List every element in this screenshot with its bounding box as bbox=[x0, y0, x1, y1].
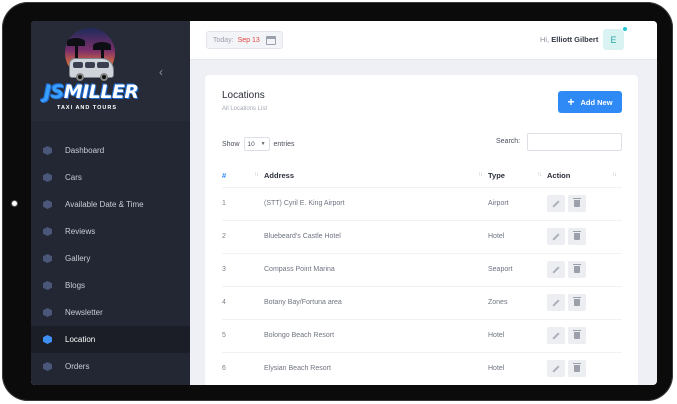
sidebar-item-reviews[interactable]: Reviews bbox=[31, 218, 190, 245]
sidebar-item-blogs[interactable]: Blogs bbox=[31, 272, 190, 299]
edit-button[interactable] bbox=[547, 360, 565, 378]
pencil-icon bbox=[552, 199, 560, 208]
sidebar-item-location[interactable]: Location bbox=[31, 326, 190, 353]
online-status-dot bbox=[622, 26, 628, 32]
page-subtitle: All Locations List bbox=[222, 106, 268, 112]
pencil-icon bbox=[552, 331, 560, 340]
sort-icon: ↑↓ bbox=[537, 172, 542, 178]
table-row: 3 Compass Point Marina Seaport bbox=[222, 252, 622, 286]
cube-icon bbox=[43, 335, 52, 344]
column-header-type[interactable]: Type ↑↓ bbox=[488, 165, 547, 187]
pencil-icon bbox=[552, 365, 560, 373]
sidebar-item-available-date-time[interactable]: Available Date & Time bbox=[31, 191, 190, 218]
trash-icon bbox=[573, 264, 581, 273]
plus-icon: + bbox=[567, 95, 575, 109]
sidebar-nav: Dashboard Cars Available Date & Time Rev… bbox=[31, 137, 190, 380]
search-input[interactable] bbox=[527, 133, 622, 151]
add-new-button[interactable]: + Add New bbox=[558, 91, 622, 113]
sidebar-item-orders[interactable]: Orders bbox=[31, 353, 190, 380]
trash-icon bbox=[573, 297, 581, 306]
calendar-icon bbox=[265, 35, 276, 45]
entries-select[interactable]: 10 ▼ bbox=[243, 137, 270, 151]
sidebar-item-dashboard[interactable]: Dashboard bbox=[31, 137, 190, 164]
entries-control: Show 10 ▼ entries bbox=[222, 137, 295, 151]
table-row: 1 (STT) Cyril E. King Airport Airport bbox=[222, 186, 622, 220]
edit-button[interactable] bbox=[547, 261, 565, 278]
edit-button[interactable] bbox=[547, 195, 565, 212]
camera-dot bbox=[11, 200, 18, 207]
trash-icon bbox=[573, 231, 581, 240]
trash-icon bbox=[573, 363, 581, 373]
delete-button[interactable] bbox=[568, 261, 586, 278]
avatar[interactable]: E bbox=[603, 29, 624, 50]
chevron-down-icon: ▼ bbox=[260, 141, 266, 147]
cube-icon bbox=[43, 146, 52, 155]
brand-tagline: TAXI AND TOURS bbox=[57, 105, 118, 111]
column-header-number[interactable]: # ↑↓ bbox=[222, 165, 264, 187]
cube-icon bbox=[43, 362, 52, 371]
search-label: Search: bbox=[496, 138, 521, 145]
edit-button[interactable] bbox=[547, 327, 565, 344]
edit-button[interactable] bbox=[547, 294, 565, 311]
sort-icon: ↑↓ bbox=[254, 172, 259, 178]
van-icon bbox=[69, 58, 114, 81]
table-row: 2 Bluebeard's Castle Hotel Hotel bbox=[222, 219, 622, 253]
chevron-left-icon[interactable]: ‹ bbox=[159, 65, 163, 79]
locations-card: Locations All Locations List + Add New S… bbox=[205, 75, 638, 385]
cube-icon bbox=[43, 200, 52, 209]
cube-icon bbox=[43, 227, 52, 236]
brand-logo: JSMILLER bbox=[44, 81, 139, 103]
delete-button[interactable] bbox=[568, 294, 586, 311]
user-greeting: Hi, Elliott Gilbert bbox=[540, 35, 599, 44]
cube-icon bbox=[43, 173, 52, 182]
today-date: Sep 13 bbox=[237, 36, 260, 44]
pencil-icon bbox=[552, 265, 560, 274]
delete-button[interactable] bbox=[568, 327, 586, 344]
sidebar-item-gallery[interactable]: Gallery bbox=[31, 245, 190, 272]
cube-icon bbox=[43, 254, 52, 263]
tablet-frame: JSMILLER TAXI AND TOURS ‹ Dashboard Cars… bbox=[2, 2, 673, 401]
app-screen: JSMILLER TAXI AND TOURS ‹ Dashboard Cars… bbox=[31, 21, 657, 385]
edit-button[interactable] bbox=[547, 228, 565, 245]
delete-button[interactable] bbox=[568, 195, 586, 212]
user-name: Elliott Gilbert bbox=[551, 35, 599, 44]
delete-button[interactable] bbox=[568, 228, 586, 245]
pencil-icon bbox=[552, 232, 560, 241]
table-row: 6 Elysian Beach Resort Hotel bbox=[222, 351, 622, 385]
pencil-icon bbox=[552, 298, 560, 307]
page-title: Locations bbox=[222, 90, 265, 101]
table-header-row: # ↑↓ Address ↑↓ Type ↑↓ Action ↑↓ bbox=[222, 165, 622, 187]
delete-button[interactable] bbox=[568, 360, 586, 378]
top-header: Today: Sep 13 Hi, Elliott Gilbert E bbox=[190, 21, 657, 60]
cube-icon bbox=[43, 308, 52, 317]
column-header-action[interactable]: Action ↑↓ bbox=[547, 165, 622, 187]
locations-table: # ↑↓ Address ↑↓ Type ↑↓ Action ↑↓ 1 (STT) Cy… bbox=[222, 165, 622, 385]
logo-area: JSMILLER TAXI AND TOURS ‹ bbox=[31, 21, 190, 121]
sort-icon: ↑↓ bbox=[478, 172, 483, 178]
today-label: Today: bbox=[213, 36, 234, 44]
today-date-picker[interactable]: Today: Sep 13 bbox=[206, 31, 283, 49]
column-header-address[interactable]: Address ↑↓ bbox=[264, 165, 488, 187]
table-row: 5 Bolongo Beach Resort Hotel bbox=[222, 318, 622, 352]
sort-icon: ↑↓ bbox=[612, 172, 617, 178]
trash-icon bbox=[573, 330, 581, 339]
trash-icon bbox=[573, 198, 581, 207]
cube-icon bbox=[43, 281, 52, 290]
sidebar: JSMILLER TAXI AND TOURS ‹ Dashboard Cars… bbox=[31, 21, 190, 385]
sidebar-item-newsletter[interactable]: Newsletter bbox=[31, 299, 190, 326]
sidebar-item-cars[interactable]: Cars bbox=[31, 164, 190, 191]
table-row: 4 Botany Bay/Fortuna area Zones bbox=[222, 285, 622, 319]
